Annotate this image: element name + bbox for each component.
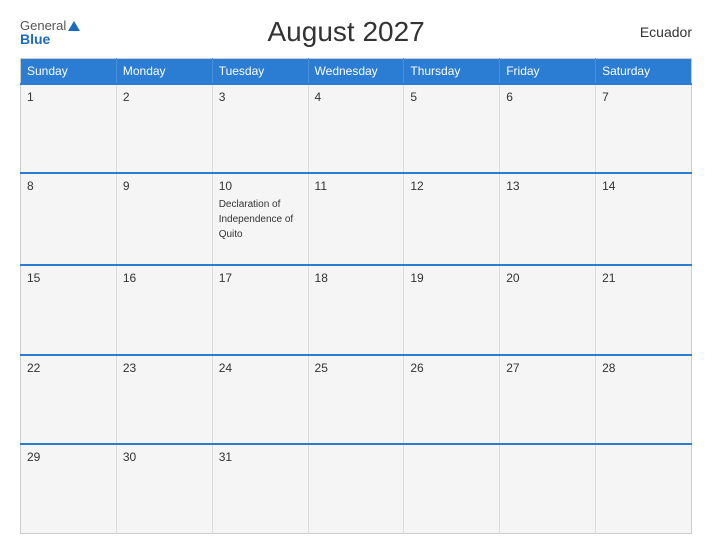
day-number: 30 xyxy=(123,450,206,464)
calendar-body: 12345678910Declaration of Independence o… xyxy=(21,84,692,534)
day-number: 22 xyxy=(27,361,110,375)
day-number: 7 xyxy=(602,90,685,104)
page: General Blue August 2027 Ecuador Sunday … xyxy=(0,0,712,550)
day-cell: 15 xyxy=(21,265,117,354)
day-cell: 8 xyxy=(21,173,117,265)
logo-triangle-icon xyxy=(68,21,80,31)
day-cell xyxy=(308,444,404,533)
day-cell: 9 xyxy=(116,173,212,265)
day-number: 13 xyxy=(506,179,589,193)
col-sunday: Sunday xyxy=(21,59,117,85)
day-cell: 5 xyxy=(404,84,500,173)
day-number: 6 xyxy=(506,90,589,104)
day-cell: 28 xyxy=(596,355,692,444)
day-cell: 13 xyxy=(500,173,596,265)
day-number: 10 xyxy=(219,179,302,193)
day-cell: 30 xyxy=(116,444,212,533)
col-friday: Friday xyxy=(500,59,596,85)
day-number: 3 xyxy=(219,90,302,104)
day-number: 19 xyxy=(410,271,493,285)
event-label: Declaration of Independence of Quito xyxy=(219,199,294,240)
col-wednesday: Wednesday xyxy=(308,59,404,85)
day-number: 14 xyxy=(602,179,685,193)
day-cell: 3 xyxy=(212,84,308,173)
week-row-5: 29 30 31 xyxy=(21,444,692,533)
col-tuesday: Tuesday xyxy=(212,59,308,85)
day-number: 16 xyxy=(123,271,206,285)
day-number: 28 xyxy=(602,361,685,375)
day-cell: 21 xyxy=(596,265,692,354)
day-cell: 1 xyxy=(21,84,117,173)
day-cell xyxy=(596,444,692,533)
day-cell: 10 Declaration of Independence of Quito xyxy=(212,173,308,265)
day-number: 8 xyxy=(27,179,110,193)
day-number: 27 xyxy=(506,361,589,375)
day-cell: 6 xyxy=(500,84,596,173)
day-cell: 27 xyxy=(500,355,596,444)
week-row-2: 89 10 Declaration of Independence of Quito… xyxy=(21,173,692,265)
logo-blue-text: Blue xyxy=(20,32,50,46)
day-cell: 12 xyxy=(404,173,500,265)
col-saturday: Saturday xyxy=(596,59,692,85)
day-number: 1 xyxy=(27,90,110,104)
day-cell: 17 xyxy=(212,265,308,354)
logo: General Blue xyxy=(20,19,80,46)
day-cell: 26 xyxy=(404,355,500,444)
day-number: 21 xyxy=(602,271,685,285)
day-cell: 31 xyxy=(212,444,308,533)
day-cell: 4 xyxy=(308,84,404,173)
day-cell xyxy=(500,444,596,533)
week-row-3: 15 16 17 18 19 20 21 xyxy=(21,265,692,354)
calendar-header: Sunday Monday Tuesday Wednesday Thursday… xyxy=(21,59,692,85)
col-monday: Monday xyxy=(116,59,212,85)
day-number: 9 xyxy=(123,179,206,193)
day-number: 4 xyxy=(315,90,398,104)
day-cell: 23 xyxy=(116,355,212,444)
day-cell: 7 xyxy=(596,84,692,173)
country-label: Ecuador xyxy=(612,24,692,40)
col-thursday: Thursday xyxy=(404,59,500,85)
day-number: 15 xyxy=(27,271,110,285)
day-number: 26 xyxy=(410,361,493,375)
logo-general-text: General xyxy=(20,19,80,32)
day-number: 25 xyxy=(315,361,398,375)
day-number: 11 xyxy=(315,179,398,193)
day-cell: 2 xyxy=(116,84,212,173)
day-number: 31 xyxy=(219,450,302,464)
day-cell: 18 xyxy=(308,265,404,354)
day-number: 12 xyxy=(410,179,493,193)
day-cell: 19 xyxy=(404,265,500,354)
day-number: 17 xyxy=(219,271,302,285)
calendar-title: August 2027 xyxy=(80,16,612,48)
day-cell: 22 xyxy=(21,355,117,444)
week-row-4: 22 23 24 25 26 27 28 xyxy=(21,355,692,444)
day-number: 23 xyxy=(123,361,206,375)
header: General Blue August 2027 Ecuador xyxy=(20,16,692,48)
day-cell xyxy=(404,444,500,533)
day-cell: 29 xyxy=(21,444,117,533)
day-number: 20 xyxy=(506,271,589,285)
day-cell: 24 xyxy=(212,355,308,444)
day-number: 18 xyxy=(315,271,398,285)
calendar-table: Sunday Monday Tuesday Wednesday Thursday… xyxy=(20,58,692,534)
day-cell: 11 xyxy=(308,173,404,265)
day-number: 5 xyxy=(410,90,493,104)
day-cell: 20 xyxy=(500,265,596,354)
day-number: 24 xyxy=(219,361,302,375)
day-cell: 25 xyxy=(308,355,404,444)
weekday-row: Sunday Monday Tuesday Wednesday Thursday… xyxy=(21,59,692,85)
day-cell: 14 xyxy=(596,173,692,265)
day-number: 29 xyxy=(27,450,110,464)
day-number: 2 xyxy=(123,90,206,104)
week-row-1: 1234567 xyxy=(21,84,692,173)
day-cell: 16 xyxy=(116,265,212,354)
